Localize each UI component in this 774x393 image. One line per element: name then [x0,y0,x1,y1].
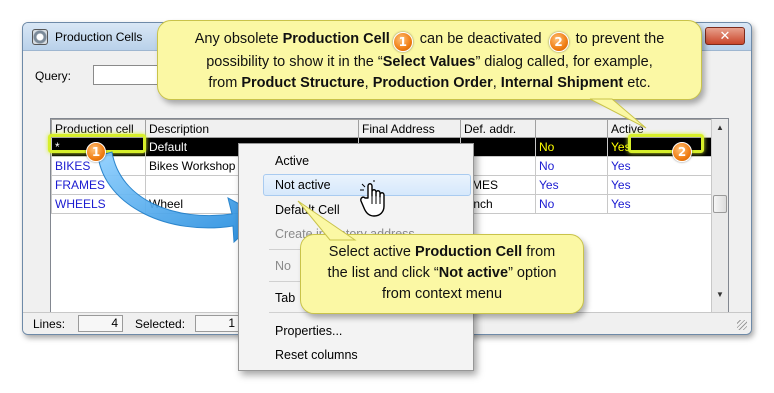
callout-tail-mid [297,200,357,241]
badge-2-icon: 2 [672,142,692,162]
callout-tails [297,98,647,241]
callout-tail-top [589,98,647,129]
badge-1-icon: 1 [86,142,106,162]
